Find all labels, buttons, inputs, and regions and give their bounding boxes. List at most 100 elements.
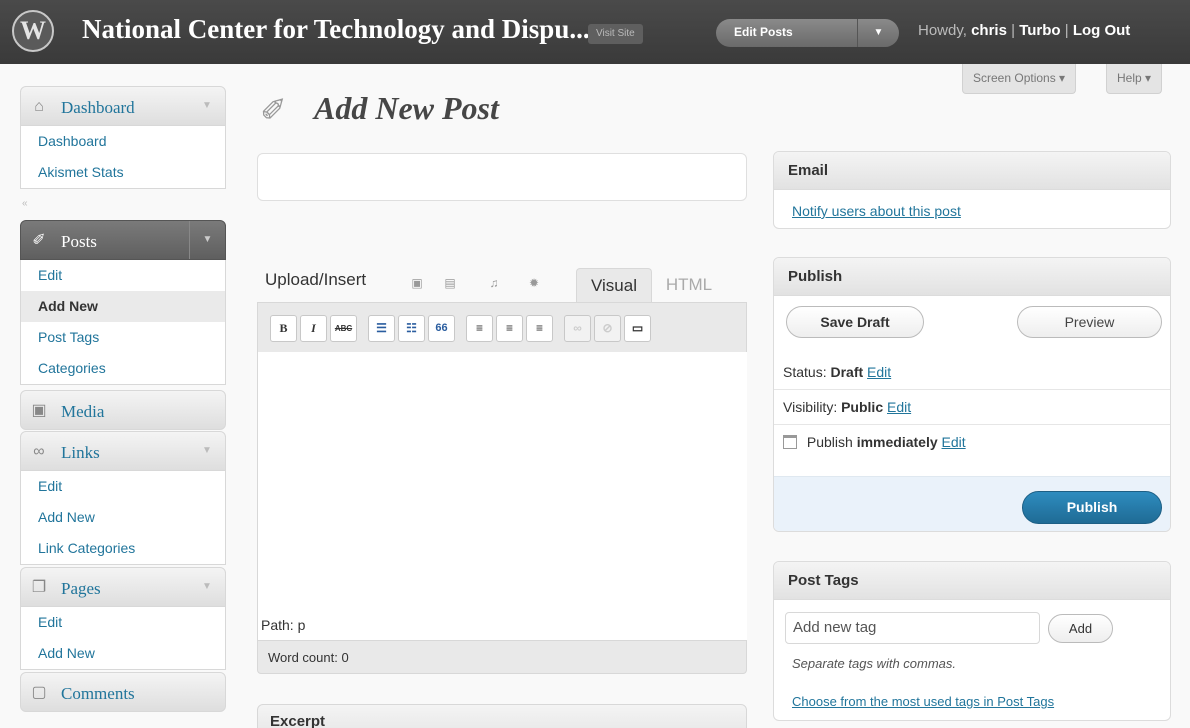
new-tag-input[interactable]: Add new tag	[785, 612, 1040, 644]
sidebar-item-post-tags[interactable]: Post Tags	[21, 322, 225, 353]
submenu-dashboard: Dashboard Akismet Stats	[20, 126, 226, 189]
menu-pages: ❐ Pages ▼ Edit Add New	[20, 567, 226, 670]
tab-html[interactable]: HTML	[654, 268, 724, 302]
menu-label-links[interactable]: Links	[61, 443, 100, 463]
menu-comments: ▢ Comments	[20, 672, 226, 712]
submenu-pages: Edit Add New	[20, 607, 226, 670]
strikethrough-button[interactable]: ABC	[330, 315, 357, 342]
add-media-icon[interactable]: ✹	[527, 276, 541, 290]
editor-path: Path: p	[257, 610, 747, 640]
sidebar-item-links-add-new[interactable]: Add New	[21, 502, 225, 533]
tab-visual[interactable]: Visual	[576, 268, 652, 302]
edit-timestamp-link[interactable]: Edit	[942, 434, 966, 450]
blockquote-button[interactable]: 66	[428, 315, 455, 342]
separator: |	[1011, 22, 1016, 39]
ordered-list-button[interactable]: ☷	[398, 315, 425, 342]
insert-link-button[interactable]: ∞	[564, 315, 591, 342]
upload-insert-label: Upload/Insert	[265, 270, 367, 289]
menu-label-posts[interactable]: Posts	[61, 232, 97, 252]
turbo-link[interactable]: Turbo	[1019, 22, 1060, 39]
add-video-icon[interactable]: ▤	[443, 276, 457, 290]
choose-tags-link[interactable]: Choose from the most used tags in Post T…	[792, 694, 1054, 709]
publish-box-title[interactable]: Publish	[774, 258, 1170, 296]
tag-hint-text: Separate tags with commas.	[792, 656, 957, 671]
word-count: Word count: 0	[257, 640, 747, 674]
sidebar-item-posts-add-new[interactable]: Add New	[21, 291, 225, 322]
favorite-actions-dropdown[interactable]: Edit Posts ▼	[716, 19, 899, 47]
post-tags-box-title[interactable]: Post Tags	[774, 562, 1170, 600]
chevron-down-icon[interactable]: ▼	[857, 19, 899, 47]
preview-button[interactable]: Preview	[1017, 306, 1162, 338]
publish-date-row: Publish immediately Edit	[774, 425, 1170, 460]
bold-button[interactable]: B	[270, 315, 297, 342]
unordered-list-button[interactable]: ☰	[368, 315, 395, 342]
insert-more-button[interactable]: ▭	[624, 315, 651, 342]
menu-links: ∞ Links ▼ Edit Add New Link Categories	[20, 431, 226, 565]
visibility-value: Public	[841, 399, 884, 415]
menu-toggle-icon[interactable]: ▼	[189, 221, 225, 259]
menu-toggle-icon[interactable]: ▼	[189, 87, 225, 125]
align-center-button[interactable]: ≡	[496, 315, 523, 342]
content-editor[interactable]	[257, 352, 747, 610]
menu-label-media[interactable]: Media	[61, 402, 104, 422]
add-tag-button[interactable]: Add	[1048, 614, 1113, 643]
save-draft-button[interactable]: Save Draft	[786, 306, 924, 338]
wordpress-logo-icon[interactable]: W	[12, 10, 54, 52]
publish-date-label: Publish	[806, 434, 853, 450]
pushpin-icon: ✐	[32, 232, 46, 249]
collapse-arrow-icon[interactable]: «	[22, 198, 32, 209]
visit-site-button[interactable]: Visit Site	[588, 24, 643, 44]
edit-visibility-link[interactable]: Edit	[887, 399, 911, 415]
menu-posts: ✐ Posts ▼ Edit Add New Post Tags Categor…	[20, 220, 226, 385]
menu-toggle-icon[interactable]: ▼	[189, 432, 225, 470]
publish-postbox: Publish Save Draft Preview Status: Draft…	[773, 257, 1171, 532]
separator: |	[1064, 22, 1069, 39]
sidebar-item-pages-edit[interactable]: Edit	[21, 607, 225, 638]
menu-label-comments[interactable]: Comments	[61, 684, 135, 704]
screen-options-button[interactable]: Screen Options ▾	[962, 64, 1077, 94]
favorite-actions-label: Edit Posts	[734, 25, 793, 39]
sidebar-item-links-edit[interactable]: Edit	[21, 471, 225, 502]
edit-status-link[interactable]: Edit	[867, 364, 891, 380]
calendar-icon	[783, 435, 797, 449]
email-postbox: Email Notify users about this post	[773, 151, 1171, 229]
add-audio-icon[interactable]: ♫	[487, 276, 501, 290]
post-title-input[interactable]	[257, 153, 747, 201]
link-icon: ∞	[33, 443, 45, 460]
site-title[interactable]: National Center for Technology and Dispu…	[82, 14, 590, 45]
comment-bubble-icon: ▢	[31, 684, 47, 701]
username-link[interactable]: chris	[971, 22, 1007, 39]
help-button[interactable]: Help ▾	[1106, 64, 1163, 94]
sidebar-item-akismet-stats[interactable]: Akismet Stats	[21, 157, 225, 188]
menu-head-media[interactable]: ▣ Media	[20, 390, 226, 430]
submenu-links: Edit Add New Link Categories	[20, 471, 226, 565]
align-right-button[interactable]: ≡	[526, 315, 553, 342]
menu-head-comments[interactable]: ▢ Comments	[20, 672, 226, 712]
menu-head-posts[interactable]: ✐ Posts ▼	[20, 220, 226, 260]
menu-label-pages[interactable]: Pages	[61, 579, 101, 599]
sidebar-item-dashboard[interactable]: Dashboard	[21, 126, 225, 157]
pushpin-icon: ✐	[260, 92, 287, 128]
menu-toggle-icon[interactable]: ▼	[189, 568, 225, 606]
user-info: Howdy, chris | Turbo | Log Out	[918, 22, 1130, 39]
italic-button[interactable]: I	[300, 315, 327, 342]
menu-label-dashboard[interactable]: Dashboard	[61, 98, 135, 118]
major-publishing-actions: Publish	[774, 476, 1170, 531]
excerpt-box-title[interactable]: Excerpt	[257, 704, 747, 728]
unlink-button[interactable]: ⊘	[594, 315, 621, 342]
notify-users-link[interactable]: Notify users about this post	[792, 203, 961, 219]
logout-link[interactable]: Log Out	[1073, 22, 1130, 39]
submenu-posts: Edit Add New Post Tags Categories	[20, 260, 226, 385]
sidebar-item-link-categories[interactable]: Link Categories	[21, 533, 225, 564]
sidebar-item-pages-add-new[interactable]: Add New	[21, 638, 225, 669]
email-box-title[interactable]: Email	[774, 152, 1170, 190]
sidebar-item-categories[interactable]: Categories	[21, 353, 225, 384]
sidebar-item-posts-edit[interactable]: Edit	[21, 260, 225, 291]
menu-head-pages[interactable]: ❐ Pages ▼	[20, 567, 226, 607]
menu-media: ▣ Media	[20, 390, 226, 430]
publish-button[interactable]: Publish	[1022, 491, 1162, 524]
menu-head-dashboard[interactable]: ⌂ Dashboard ▼	[20, 86, 226, 126]
menu-head-links[interactable]: ∞ Links ▼	[20, 431, 226, 471]
align-left-button[interactable]: ≡	[466, 315, 493, 342]
add-image-icon[interactable]: ▣	[410, 276, 424, 290]
